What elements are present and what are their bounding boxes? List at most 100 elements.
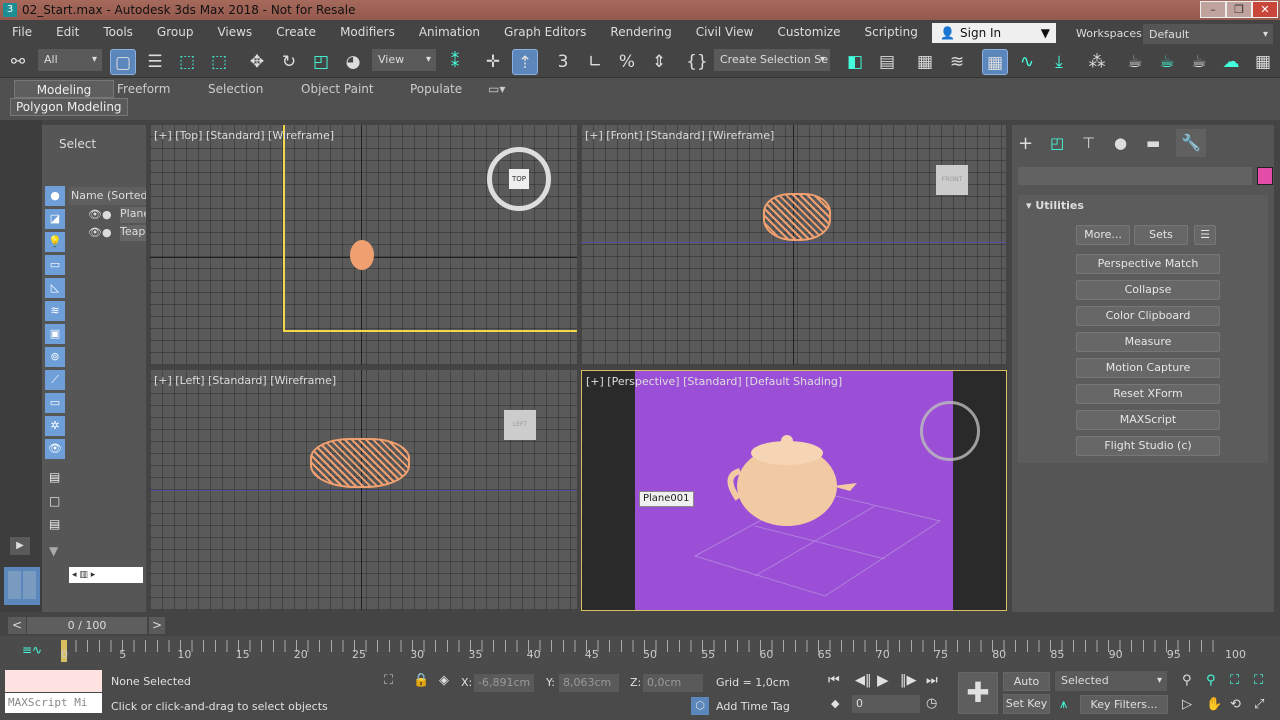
object-color-swatch[interactable] [1257, 167, 1273, 185]
motion-tab-icon[interactable]: ● [1114, 134, 1127, 152]
viewport-label[interactable]: [+] [Top] [Standard] [Wireframe] [154, 129, 334, 142]
visibility-icon[interactable]: 👁● [88, 208, 112, 221]
zoom-all-icon[interactable]: ⚲ [1206, 673, 1216, 688]
viewport-label[interactable]: [+] [Left] [Standard] [Wireframe] [154, 374, 336, 387]
filter-settings-icon[interactable]: ▼ [49, 544, 58, 558]
current-frame-field[interactable]: 0 [852, 695, 920, 713]
set-key-button[interactable]: Set Key [1003, 694, 1050, 714]
isolate-selection-icon[interactable]: ⛶ [384, 673, 393, 688]
time-configuration-icon[interactable]: ◷ [926, 696, 937, 711]
menu-create[interactable]: Create [264, 25, 328, 39]
menu-edit[interactable]: Edit [44, 25, 91, 39]
time-tag-icon[interactable]: ⬡ [691, 697, 709, 715]
sign-in-dropdown[interactable]: 👤 Sign In ▼ [932, 23, 1056, 43]
maxscript-button[interactable]: MAXScript [1076, 410, 1220, 430]
reference-coord-dropdown[interactable]: View [372, 49, 436, 71]
menu-civil-view[interactable]: Civil View [684, 25, 766, 39]
auto-key-button[interactable]: Auto Key [1003, 672, 1050, 705]
set-keys-button[interactable]: ✚ [958, 672, 998, 714]
y-coordinate-field[interactable]: 8,063cm [559, 674, 619, 692]
angle-snap-icon[interactable]: ∟ [582, 49, 608, 75]
more-button[interactable]: More... [1076, 225, 1130, 245]
list-item[interactable]: Plane001 [120, 207, 146, 223]
go-to-end-icon[interactable]: ⏭ [926, 673, 938, 688]
create-tab-icon[interactable]: + [1018, 133, 1033, 154]
display-none-icon[interactable]: □ [49, 494, 60, 508]
render-gallery-icon[interactable]: ▦ [1250, 49, 1276, 75]
key-mode-toggle-icon[interactable]: ◆ [831, 697, 839, 710]
zoom-icon[interactable]: ⚲ [1182, 673, 1192, 688]
layer-explorer-icon[interactable]: ≋ [944, 49, 970, 75]
motion-capture-button[interactable]: Motion Capture [1076, 358, 1220, 378]
viewport-label[interactable]: [+] [Perspective] [Standard] [Default Sh… [586, 375, 842, 388]
spinner-snap-icon[interactable]: ⇕ [646, 49, 672, 75]
sets-button[interactable]: Sets [1134, 225, 1188, 245]
zoom-extents-icon[interactable]: ⛶ [1230, 673, 1239, 688]
filter-geometry-icon[interactable]: ● [45, 186, 65, 206]
name-column-header[interactable]: Name (Sorted A [69, 187, 146, 205]
snaps-toggle-icon[interactable]: 3 [550, 49, 576, 75]
curve-editor-mini-icon[interactable]: ≡∿ [22, 643, 42, 657]
dope-sheet-icon[interactable]: ⤓ [1046, 49, 1072, 75]
tab-object-paint[interactable]: Object Paint [301, 80, 374, 98]
tab-populate[interactable]: Populate [410, 80, 462, 98]
render-cloud-icon[interactable]: ☁ [1218, 49, 1244, 75]
window-crossing-icon[interactable]: ⬚ [206, 49, 232, 75]
filter-shapes-icon[interactable]: ◪ [45, 209, 65, 229]
viewcube[interactable]: TOP [487, 147, 551, 211]
next-frame-button[interactable]: > [149, 617, 165, 634]
field-of-view-icon[interactable]: ▷ [1182, 697, 1192, 712]
polygon-modeling-panel[interactable]: Polygon Modeling [10, 98, 128, 116]
filter-groups-icon[interactable]: ▣ [45, 324, 65, 344]
time-slider[interactable]: 0 / 100 [27, 617, 147, 634]
filter-lights-icon[interactable]: 💡 [45, 232, 65, 252]
orbit-icon[interactable]: ⟲ [1230, 697, 1241, 712]
go-to-start-icon[interactable]: ⏮ [828, 673, 840, 688]
zoom-extents-all-icon[interactable]: ⛶ [1254, 673, 1263, 688]
next-frame-icon[interactable]: ‖▶ [900, 673, 917, 688]
filter-hidden-icon[interactable]: 👁 [45, 439, 65, 459]
pivot-icon[interactable]: ⁑ [442, 49, 468, 75]
minimize-button[interactable]: – [1200, 1, 1226, 18]
rotate-icon[interactable]: ↻ [276, 49, 302, 75]
viewcube[interactable] [920, 401, 980, 461]
color-clipboard-button[interactable]: Color Clipboard [1076, 306, 1220, 326]
filter-bones-icon[interactable]: ⟋ [45, 370, 65, 390]
curve-editor-icon[interactable]: ∿ [1014, 49, 1040, 75]
menu-modifiers[interactable]: Modifiers [328, 25, 407, 39]
menu-scripting[interactable]: Scripting [852, 25, 929, 39]
reset-xform-button[interactable]: Reset XForm [1076, 384, 1220, 404]
scale-icon[interactable]: ◰ [308, 49, 334, 75]
horizontal-scrollbar[interactable]: ◂ ▥ ▸ [69, 567, 143, 583]
menu-file[interactable]: File [0, 25, 44, 39]
track-bar[interactable] [0, 636, 1280, 666]
key-mode-dropdown[interactable]: Selected [1055, 671, 1167, 691]
display-tab-icon[interactable]: ▬ [1146, 134, 1160, 152]
measure-button[interactable]: Measure [1076, 332, 1220, 352]
menu-group[interactable]: Group [145, 25, 206, 39]
viewport-front[interactable]: FRONT [+] [Front] [Standard] [Wireframe] [581, 125, 1006, 365]
render-production-icon[interactable]: ☕ [1186, 49, 1212, 75]
tab-selection[interactable]: Selection [208, 80, 263, 98]
menu-graph-editors[interactable]: Graph Editors [492, 25, 598, 39]
mirror-icon[interactable]: ◧ [842, 49, 868, 75]
z-coordinate-field[interactable]: 0,0cm [643, 674, 703, 692]
close-button[interactable]: ✕ [1252, 1, 1278, 18]
selection-lock-icon[interactable]: 🔒 [413, 673, 429, 688]
maxscript-mini-listener[interactable]: MAXScript Mi [5, 693, 102, 713]
rendered-frame-icon[interactable]: ☕ [1154, 49, 1180, 75]
place-icon[interactable]: ◕ [340, 49, 366, 75]
object-name-field[interactable] [1018, 167, 1252, 185]
viewport-label[interactable]: [+] [Front] [Standard] [Wireframe] [585, 129, 774, 142]
ribbon-toggle-icon[interactable]: ▦ [982, 49, 1008, 75]
menu-animation[interactable]: Animation [407, 25, 492, 39]
perspective-match-button[interactable]: Perspective Match [1076, 254, 1220, 274]
scene-explorer-icon[interactable]: ▦ [912, 49, 938, 75]
display-all-icon[interactable]: ▤ [49, 470, 60, 484]
viewport-perspective[interactable]: Plane001 [+] [Perspective] [Standard] [D… [581, 370, 1007, 611]
percent-snap-icon[interactable]: % [614, 49, 640, 75]
filter-spacewarps-icon[interactable]: ≋ [45, 301, 65, 321]
viewcube[interactable]: FRONT [936, 165, 968, 195]
tab-modeling[interactable]: Modeling [14, 80, 114, 98]
select-object-icon[interactable]: ▢ [110, 49, 136, 75]
